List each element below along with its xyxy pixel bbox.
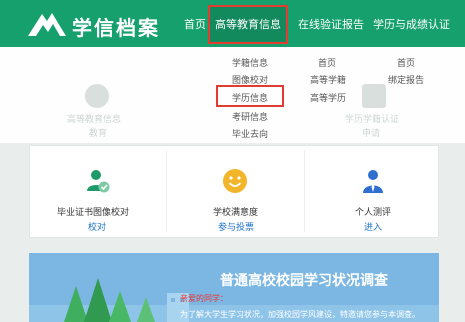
card-divider xyxy=(304,150,305,232)
survey-banner-title: 普通高校校园学习状况调查 xyxy=(220,273,388,289)
card-personal-assessment-title: 个人测评 xyxy=(355,208,392,218)
menu-item-report-home[interactable]: 首页 xyxy=(318,56,336,69)
card-school-satisfaction-title: 学校满意度 xyxy=(213,208,259,218)
menu-item-graduation-destination[interactable]: 毕业去向 xyxy=(232,127,268,140)
card-certificate-image-link[interactable]: 校对 xyxy=(88,220,106,233)
menu-item-postgraduate-exam-info[interactable]: 考研信息 xyxy=(232,110,268,123)
nav-active-highlight-box xyxy=(208,5,288,44)
survey-banner-greeting: 亲爱的同学： xyxy=(180,294,228,303)
ghost-graduate-icon xyxy=(85,84,109,108)
ghost-certificate-icon xyxy=(362,84,386,108)
card-divider xyxy=(166,150,167,232)
ghost-right-title: 学历学籍认证 xyxy=(345,115,400,125)
menu-item-higher-degree[interactable]: 高等学历 xyxy=(310,91,346,104)
menu-item-bind-report[interactable]: 绑定报告 xyxy=(388,73,424,86)
ghost-left-title: 高等教育信息 xyxy=(67,115,122,125)
graduate-user-check-icon xyxy=(87,170,110,193)
menu-item-enrollment-info[interactable]: 学籍信息 xyxy=(232,56,268,69)
card-certificate-image-title: 毕业证书图像校对 xyxy=(57,208,130,218)
menu-item-highlight-box xyxy=(216,85,284,107)
nav-online-verification-report[interactable]: 在线验证报告 xyxy=(298,16,364,32)
card-school-satisfaction-link[interactable]: 参与投票 xyxy=(218,220,254,233)
ghost-left-sub: 教育 xyxy=(89,129,108,139)
survey-banner-body: 为了解大学生学习状况，加强校园学风建设，特邀请您参与本调查。 xyxy=(180,310,420,319)
ghost-right-sub: 申请 xyxy=(362,129,381,139)
smiley-face-icon xyxy=(223,169,247,193)
menu-item-higher-enrollment[interactable]: 高等学籍 xyxy=(310,73,346,86)
nav-home[interactable]: 首页 xyxy=(184,16,206,32)
brand-name[interactable]: 学信档案 xyxy=(72,12,160,41)
person-suit-icon xyxy=(363,170,383,193)
logo-icon[interactable] xyxy=(26,9,68,39)
menu-item-cert-home[interactable]: 首页 xyxy=(397,56,415,69)
card-personal-assessment-link[interactable]: 进入 xyxy=(364,220,382,233)
nav-certification[interactable]: 学历与成绩认证 xyxy=(373,16,450,32)
